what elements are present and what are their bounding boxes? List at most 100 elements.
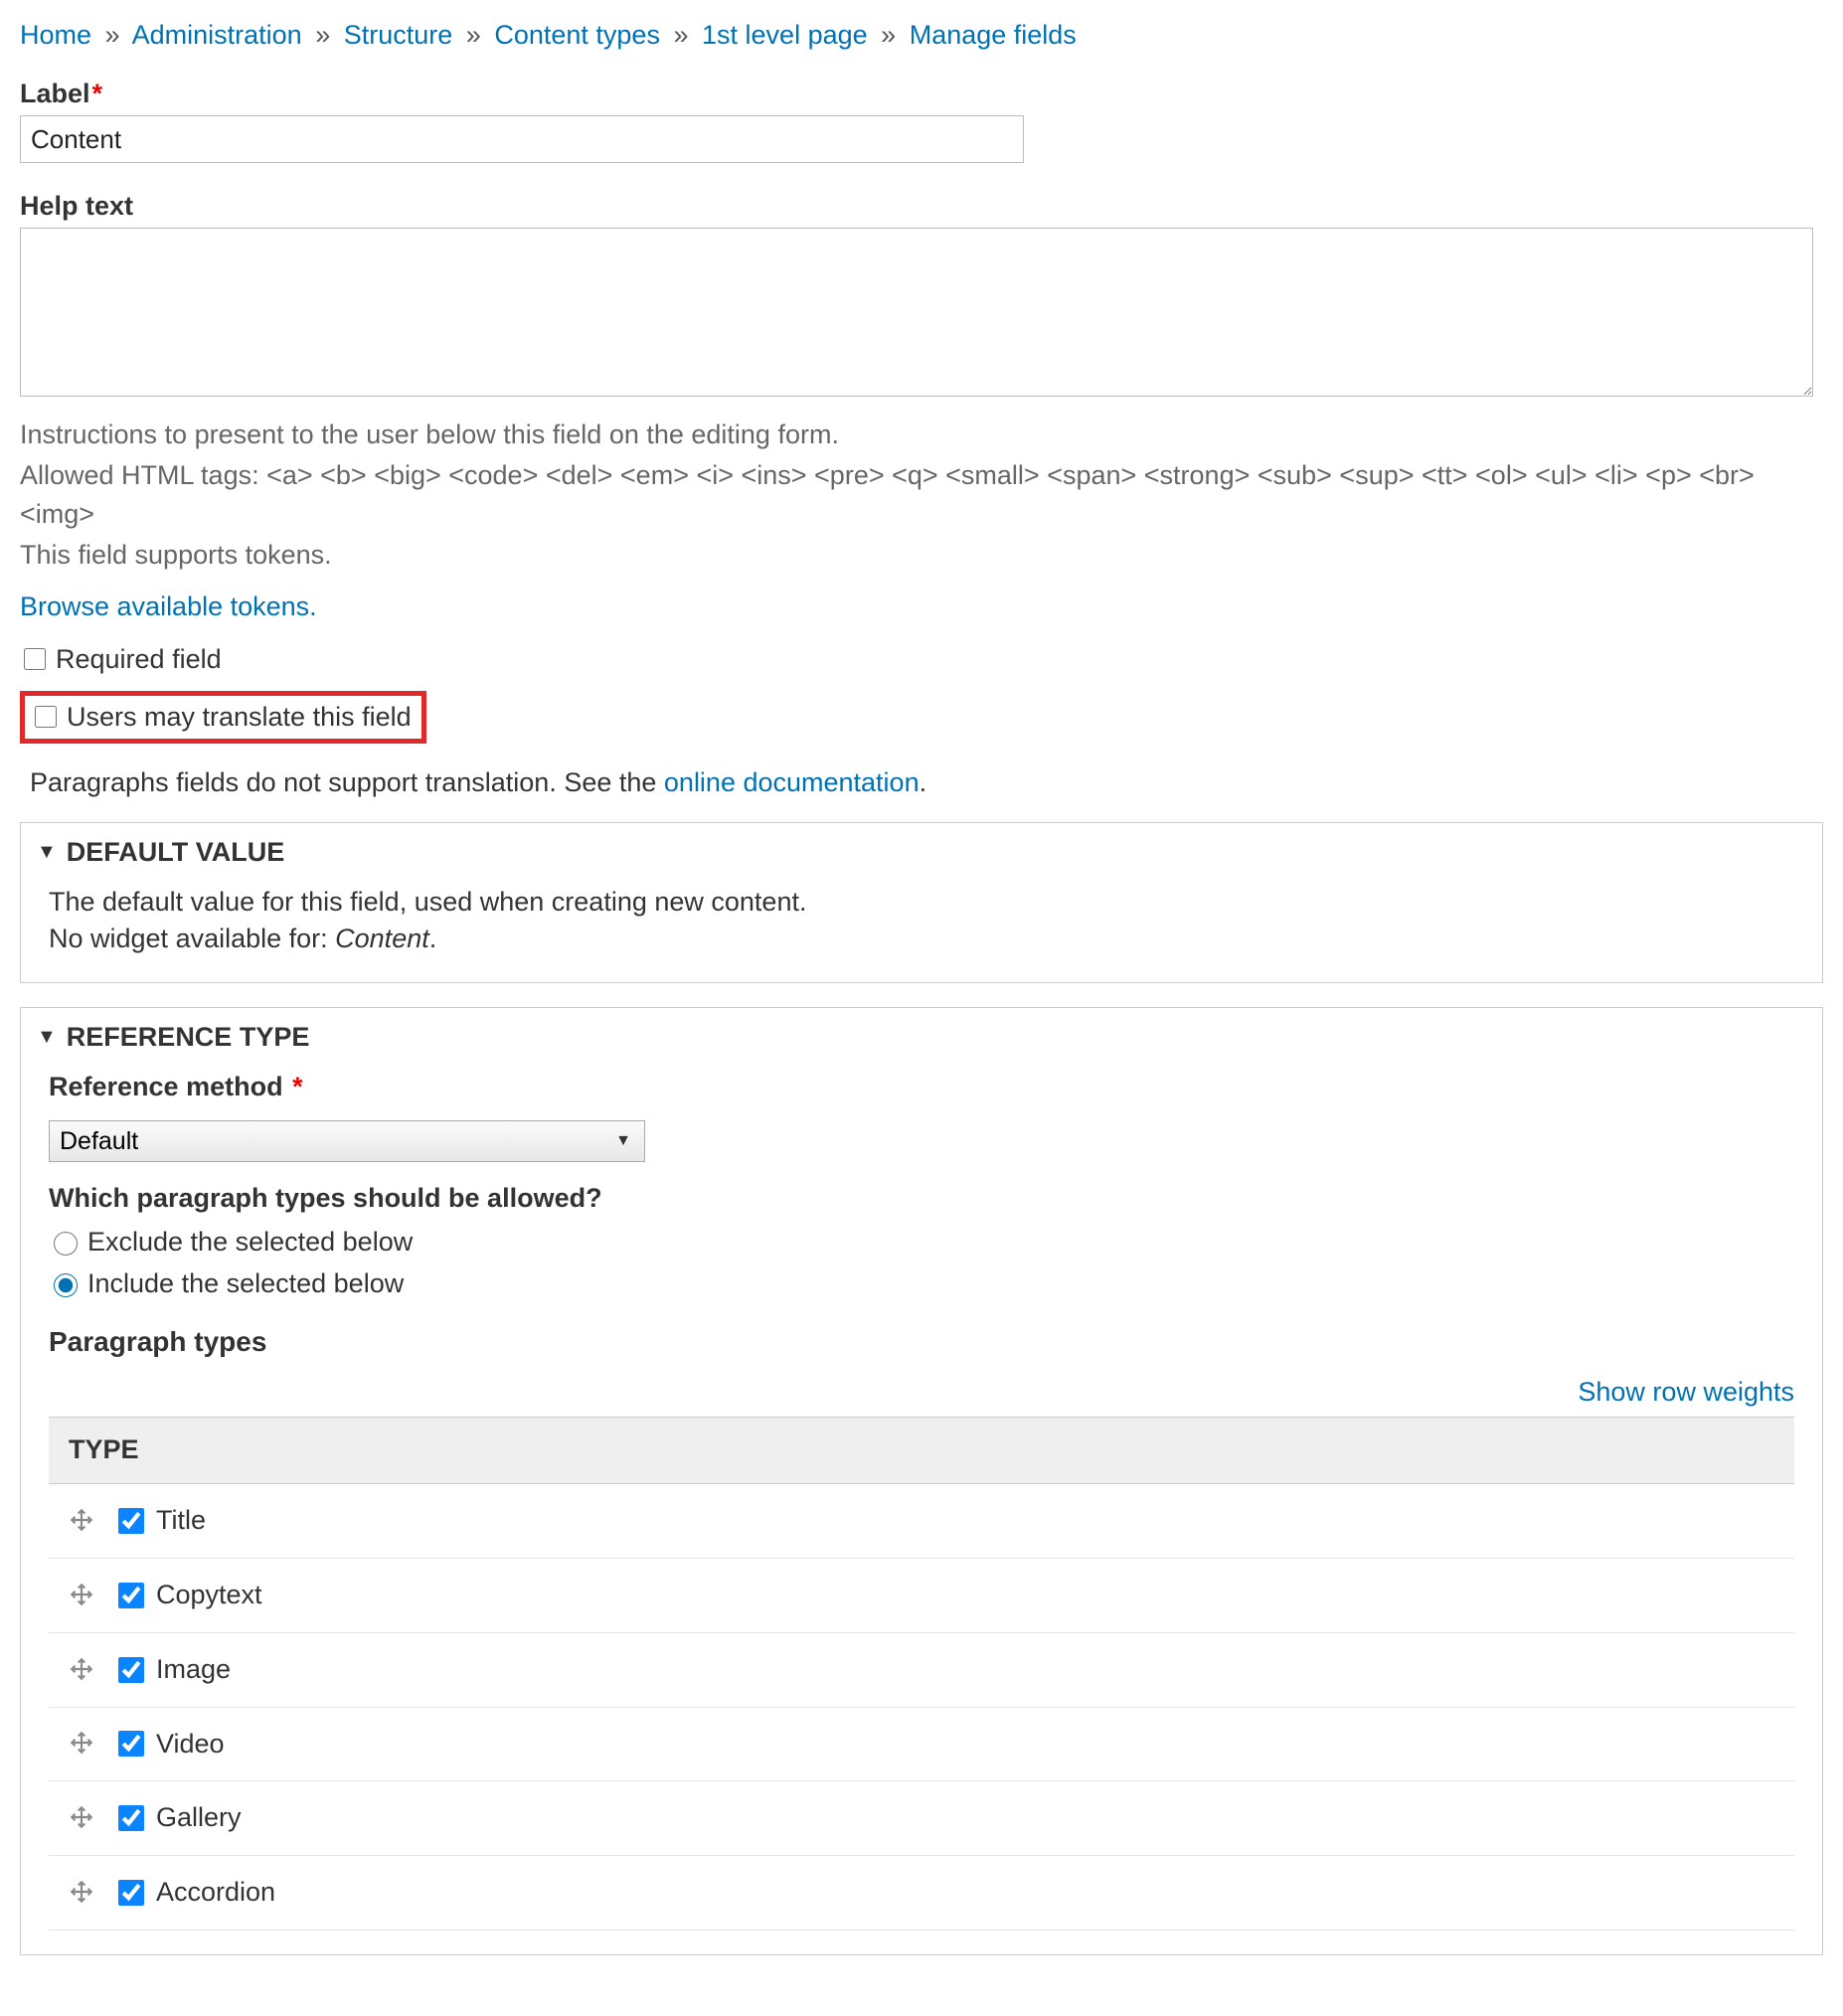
row-inner: Gallery — [69, 1799, 1774, 1837]
default-value-fieldset: ▼ DEFAULT VALUE The default value for th… — [20, 822, 1823, 984]
label-text: Label — [20, 79, 90, 108]
required-marker: * — [285, 1072, 303, 1101]
drag-handle-icon[interactable] — [69, 1507, 96, 1535]
translate-field-row: Users may translate this field — [31, 702, 412, 733]
triangle-down-icon: ▼ — [37, 1026, 57, 1049]
paragraph-type-label: Video — [156, 1726, 225, 1764]
default-value-line2-prefix: No widget available for: — [49, 924, 335, 953]
radio-include-row: Include the selected below — [49, 1265, 1794, 1303]
default-value-line2-suffix: . — [429, 924, 437, 953]
paragraph-type-checkbox[interactable] — [118, 1508, 144, 1534]
translate-field-highlight: Users may translate this field — [20, 691, 426, 744]
radio-exclude-label: Exclude the selected below — [87, 1224, 413, 1261]
which-paragraph-label: Which paragraph types should be allowed? — [49, 1180, 1794, 1218]
type-cell: Gallery — [49, 1781, 1794, 1856]
breadcrumb-sep: » — [673, 20, 688, 50]
type-cell: Title — [49, 1484, 1794, 1559]
browse-tokens-link[interactable]: Browse available tokens. — [20, 591, 317, 621]
radio-exclude-row: Exclude the selected below — [49, 1224, 1794, 1261]
triangle-down-icon: ▼ — [37, 841, 57, 864]
paragraph-type-label: Copytext — [156, 1577, 262, 1614]
required-field-label: Required field — [56, 644, 222, 675]
help-text-desc-2: Allowed HTML tags: <a> <b> <big> <code> … — [20, 456, 1823, 534]
translation-note-prefix: Paragraphs fields do not support transla… — [30, 767, 664, 797]
paragraph-type-label: Accordion — [156, 1874, 275, 1912]
default-value-line2-italic: Content — [335, 924, 429, 953]
default-value-body: The default value for this field, used w… — [21, 882, 1822, 983]
paragraph-type-checkbox[interactable] — [118, 1731, 144, 1757]
paragraph-types-heading: Paragraph types — [49, 1322, 1794, 1361]
label-input[interactable] — [20, 115, 1024, 163]
translate-field-checkbox[interactable] — [35, 706, 57, 728]
row-inner: Image — [69, 1651, 1774, 1689]
drag-handle-icon[interactable] — [69, 1879, 96, 1907]
row-inner: Title — [69, 1502, 1774, 1540]
translation-note: Paragraphs fields do not support transla… — [30, 767, 1823, 798]
table-row: Gallery — [49, 1781, 1794, 1856]
table-row: Copytext — [49, 1558, 1794, 1632]
default-value-title: DEFAULT VALUE — [67, 837, 285, 868]
breadcrumb-sep: » — [315, 20, 330, 50]
required-field-row: Required field — [20, 644, 1823, 675]
breadcrumb: Home » Administration » Structure » Cont… — [20, 20, 1823, 51]
breadcrumb-administration[interactable]: Administration — [132, 20, 302, 50]
drag-handle-icon[interactable] — [69, 1730, 96, 1758]
help-text-desc-1: Instructions to present to the user belo… — [20, 416, 1823, 454]
help-text-desc-3: This field supports tokens. — [20, 536, 1823, 575]
default-value-toggle[interactable]: ▼ DEFAULT VALUE — [21, 823, 1822, 882]
radio-include[interactable] — [54, 1273, 78, 1297]
table-row: Image — [49, 1632, 1794, 1707]
paragraph-type-checkbox[interactable] — [118, 1657, 144, 1683]
paragraph-type-checkbox[interactable] — [118, 1583, 144, 1608]
row-inner: Accordion — [69, 1874, 1774, 1912]
table-row: Video — [49, 1707, 1794, 1781]
translation-note-suffix: . — [920, 767, 927, 797]
paragraph-type-checkbox[interactable] — [118, 1880, 144, 1906]
reference-method-select[interactable]: Default — [49, 1120, 645, 1162]
breadcrumb-structure[interactable]: Structure — [344, 20, 453, 50]
table-row: Accordion — [49, 1856, 1794, 1931]
reference-type-toggle[interactable]: ▼ REFERENCE TYPE — [21, 1008, 1822, 1067]
reference-type-title: REFERENCE TYPE — [67, 1022, 310, 1053]
breadcrumb-manage-fields[interactable]: Manage fields — [910, 20, 1077, 50]
drag-handle-icon[interactable] — [69, 1656, 96, 1684]
row-inner: Video — [69, 1726, 1774, 1764]
required-field-checkbox[interactable] — [24, 648, 46, 670]
type-cell: Accordion — [49, 1856, 1794, 1931]
required-marker: * — [92, 79, 103, 108]
breadcrumb-sep: » — [105, 20, 120, 50]
drag-handle-icon[interactable] — [69, 1582, 96, 1609]
type-cell: Image — [49, 1632, 1794, 1707]
online-documentation-link[interactable]: online documentation — [664, 767, 920, 797]
paragraph-type-label: Title — [156, 1502, 206, 1540]
drag-handle-icon[interactable] — [69, 1804, 96, 1832]
show-row-weights-link[interactable]: Show row weights — [1578, 1377, 1794, 1407]
show-row-weights-wrap: Show row weights — [49, 1374, 1794, 1412]
reference-method-select-wrap: Default — [49, 1120, 645, 1162]
type-column-header: TYPE — [49, 1418, 1794, 1484]
paragraph-types-table: TYPE Title Copytext Image Video Gallery … — [49, 1417, 1794, 1931]
breadcrumb-home[interactable]: Home — [20, 20, 91, 50]
paragraph-type-label: Gallery — [156, 1799, 242, 1837]
breadcrumb-first-level-page[interactable]: 1st level page — [702, 20, 868, 50]
help-text-textarea[interactable] — [20, 228, 1813, 397]
breadcrumb-content-types[interactable]: Content types — [494, 20, 660, 50]
reference-type-body: Reference method * Default Which paragra… — [21, 1067, 1822, 1954]
radio-include-label: Include the selected below — [87, 1265, 404, 1303]
type-cell: Video — [49, 1707, 1794, 1781]
paragraph-type-label: Image — [156, 1651, 231, 1689]
row-inner: Copytext — [69, 1577, 1774, 1614]
reference-method-text: Reference method — [49, 1072, 283, 1101]
reference-type-fieldset: ▼ REFERENCE TYPE Reference method * Defa… — [20, 1007, 1823, 1955]
default-value-line2: No widget available for: Content. — [49, 921, 1794, 958]
table-row: Title — [49, 1484, 1794, 1559]
type-cell: Copytext — [49, 1558, 1794, 1632]
paragraph-type-checkbox[interactable] — [118, 1805, 144, 1831]
radio-exclude[interactable] — [54, 1232, 78, 1256]
default-value-line1: The default value for this field, used w… — [49, 884, 1794, 922]
breadcrumb-sep: » — [466, 20, 481, 50]
translate-field-label: Users may translate this field — [67, 702, 412, 733]
reference-method-label: Reference method * — [49, 1069, 1794, 1106]
label-field-label: Label* — [20, 79, 1823, 109]
breadcrumb-sep: » — [881, 20, 896, 50]
